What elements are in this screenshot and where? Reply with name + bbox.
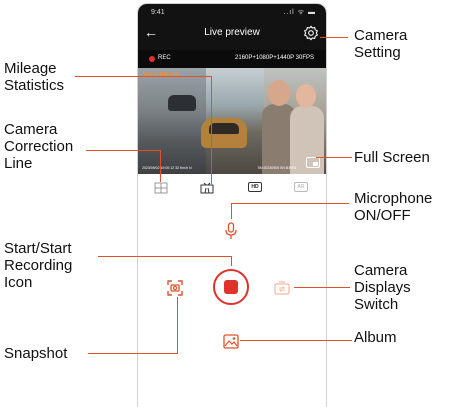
callout-line-mileage-drop	[211, 76, 212, 184]
label-line: Camera	[354, 262, 408, 279]
label-line: Album	[354, 329, 397, 346]
callout-line-switch	[294, 287, 350, 288]
label-line: Snapshot	[4, 345, 68, 362]
fullscreen-icon[interactable]	[306, 157, 320, 168]
rec-label: REC	[158, 55, 171, 61]
label-camera-displays-switch: Camera Displays Switch	[354, 262, 411, 313]
callout-line-correction-drop	[160, 150, 161, 182]
label-microphone: Microphone ON/OFF	[354, 190, 432, 224]
label-start-recording: Start/Start Recording Icon	[4, 240, 72, 291]
label-line: Statistics	[4, 77, 65, 94]
callout-line-correction	[86, 150, 160, 151]
status-icons: ..ıl ᯤ ▬	[283, 9, 316, 16]
vehicle-ahead	[168, 95, 196, 111]
gear-icon[interactable]	[303, 25, 319, 41]
video-toolbar: HD AR	[138, 180, 326, 196]
label-album: Album	[354, 329, 397, 346]
callout-line-camera-setting	[320, 37, 348, 38]
label-line: Recording	[4, 257, 73, 274]
vehicle-behind	[201, 118, 247, 148]
callout-line-microphone	[231, 203, 349, 204]
video-osd-info: 2023/09/02 19:00:12 32 Km/h N	[142, 166, 192, 170]
front-camera-view	[138, 68, 206, 174]
ar-toggle[interactable]: AR	[294, 182, 308, 192]
label-line: Correction	[4, 138, 74, 155]
phone-screen: 9:41 ..ıl ᯤ ▬ ← Live preview REC 2160P+1…	[137, 3, 327, 407]
top-bar: 9:41 ..ıl ᯤ ▬ ← Live preview	[138, 4, 326, 50]
label-full-screen: Full Screen	[354, 149, 430, 166]
label-line: Microphone	[354, 190, 433, 207]
callout-line-microphone-drop	[231, 203, 232, 219]
camera-switch-icon[interactable]	[274, 281, 290, 295]
label-line: ON/OFF	[354, 207, 411, 224]
label-mileage-statistics: Mileage Statistics	[4, 60, 64, 94]
resolution-label: 2160P+1080P+1440P 30FPS	[235, 55, 314, 61]
label-snapshot: Snapshot	[4, 345, 67, 362]
label-line: Start/Start	[4, 240, 72, 257]
callout-line-fullscreen	[316, 157, 352, 158]
record-icon	[224, 280, 238, 294]
callout-line-snapshot-rise	[177, 297, 178, 354]
album-icon[interactable]	[223, 334, 239, 349]
callout-line-album	[240, 340, 352, 341]
label-line: Full Screen	[354, 149, 430, 166]
label-line: Displays	[354, 279, 411, 296]
label-line: Switch	[354, 296, 399, 313]
label-line: Setting	[354, 44, 401, 61]
callout-line-mileage	[75, 76, 211, 77]
grid-icon[interactable]	[154, 182, 168, 194]
callout-line-snapshot	[88, 353, 178, 354]
passenger-left-head	[268, 80, 290, 106]
status-time: 9:41	[151, 9, 165, 16]
label-line: Camera	[4, 121, 58, 138]
rec-indicator	[149, 56, 155, 62]
recording-status-bar: REC 2160P+1080P+1440P 30FPS	[138, 50, 326, 68]
snapshot-icon[interactable]	[167, 280, 183, 296]
label-camera-correction-line: Camera Correction Line	[4, 121, 73, 172]
microphone-icon[interactable]	[224, 222, 238, 240]
live-video-preview[interactable]: VANTRUE 2023/09/02 19:00:12 32 Km/h N SN…	[138, 68, 326, 174]
label-line: Icon	[4, 274, 33, 291]
callout-line-record-drop	[231, 256, 232, 266]
label-camera-setting: Camera Setting	[354, 27, 407, 61]
hd-toggle[interactable]: HD	[248, 182, 262, 192]
record-button[interactable]	[213, 269, 249, 305]
label-line: Camera	[354, 27, 408, 44]
page-title: Live preview	[204, 27, 260, 38]
passenger-right-head	[296, 84, 316, 108]
label-line: Mileage	[4, 60, 57, 77]
callout-line-record	[98, 256, 231, 257]
video-osd-serial: SN:20230905 SN:B3505	[257, 166, 296, 170]
label-line: Line	[4, 155, 33, 172]
